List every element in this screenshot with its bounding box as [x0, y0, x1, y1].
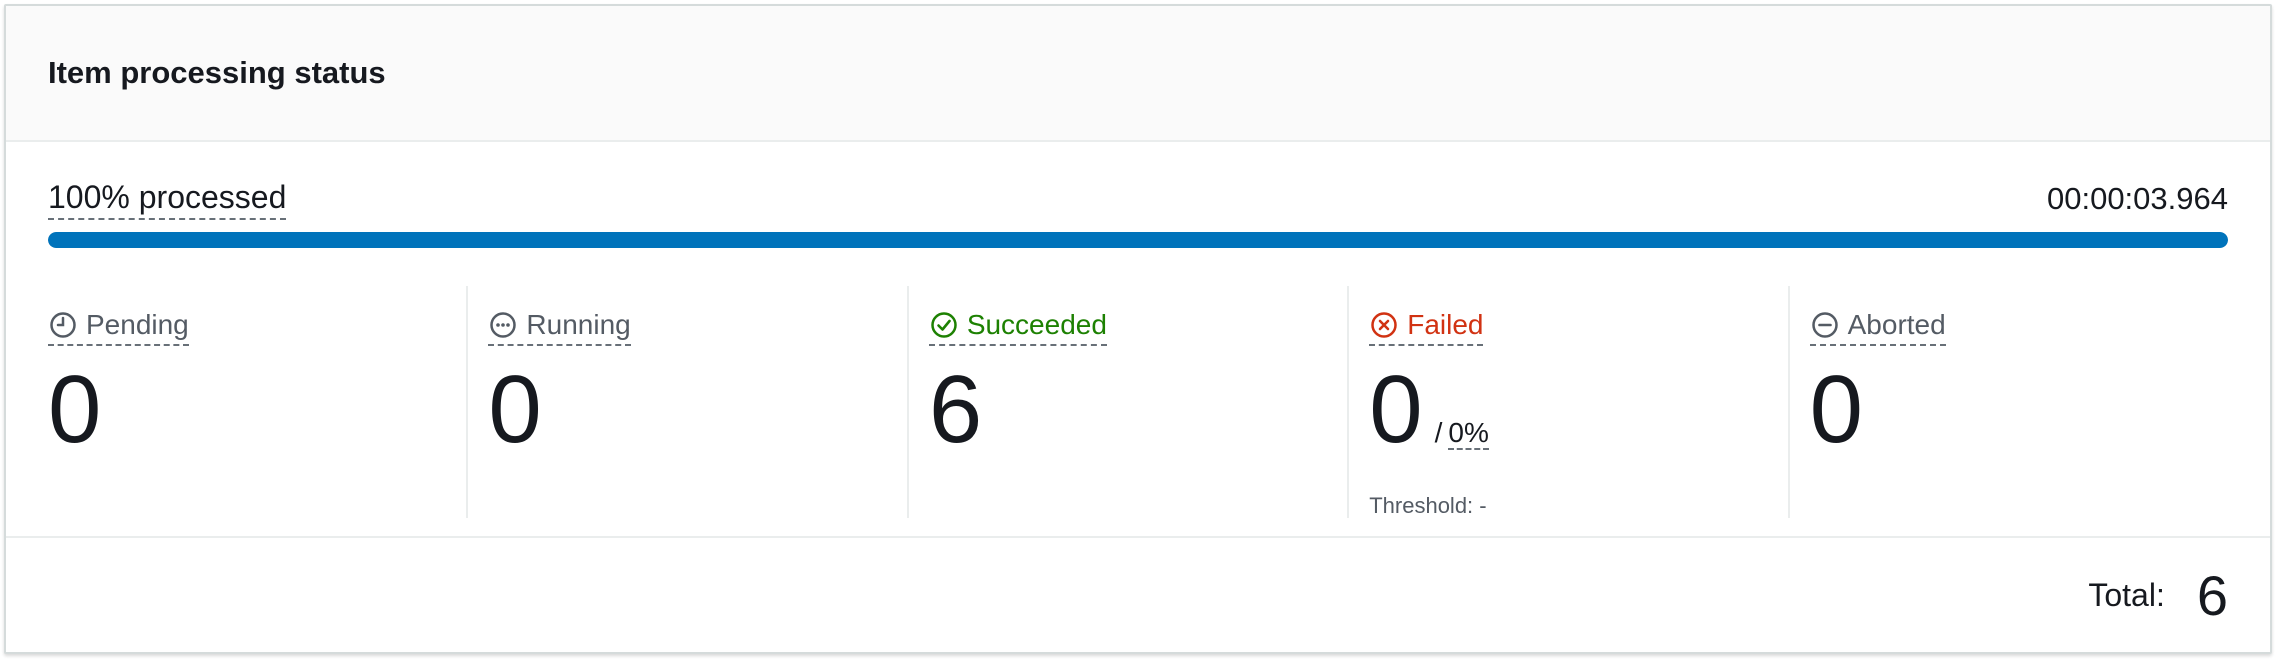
stat-failed-value: 0 / 0%	[1369, 360, 1787, 483]
stat-aborted-label: Aborted	[1847, 309, 1946, 340]
clock-icon	[48, 310, 78, 340]
failure-rate-separator: /	[1434, 417, 1443, 448]
check-circle-icon	[929, 310, 959, 340]
stat-pending-count: 0	[48, 356, 102, 463]
stat-running-label-row[interactable]: Running	[488, 308, 631, 346]
stat-succeeded-count: 6	[928, 356, 983, 463]
failure-rate: / 0%	[1435, 383, 1489, 483]
stat-running-value: 0	[488, 360, 906, 460]
stat-running-label: Running	[526, 309, 631, 340]
stat-failed-count: 0	[1369, 356, 1423, 463]
more-dots-icon	[488, 310, 518, 340]
stat-pending: Pending 0	[48, 286, 466, 518]
stat-running: Running 0	[466, 286, 906, 518]
stat-aborted-value: 0	[1810, 360, 2228, 460]
stat-pending-value: 0	[48, 360, 466, 460]
panel-title: Item processing status	[48, 55, 386, 90]
panel-header: Item processing status	[6, 6, 2270, 142]
progress-label[interactable]: 100% processed	[48, 178, 287, 220]
panel-footer: Total: 6	[6, 536, 2270, 652]
item-processing-status-panel: Item processing status 100% processed 00…	[4, 4, 2272, 654]
stat-aborted: Aborted 0	[1787, 286, 2228, 518]
stat-running-count: 0	[488, 356, 542, 463]
progress-bar-fill	[48, 232, 2228, 248]
stat-succeeded: Succeeded 6	[906, 286, 1347, 518]
stat-succeeded-label: Succeeded	[966, 309, 1107, 340]
stat-succeeded-label-row[interactable]: Succeeded	[928, 308, 1107, 346]
stat-succeeded-value: 6	[929, 360, 1347, 460]
stat-failed: Failed 0 / 0% Threshold: -	[1347, 286, 1787, 518]
elapsed-time: 00:00:03.964	[2046, 181, 2228, 216]
progress-bar	[48, 232, 2228, 248]
minus-circle-icon	[1810, 310, 1840, 340]
failure-threshold: Threshold: -	[1369, 493, 1487, 518]
stat-pending-label: Pending	[86, 309, 189, 340]
stat-failed-label-row[interactable]: Failed	[1369, 308, 1484, 346]
stat-failed-label: Failed	[1407, 309, 1484, 340]
failure-rate-percent[interactable]: 0%	[1448, 418, 1489, 450]
stat-aborted-count: 0	[1809, 356, 1864, 463]
total-value: 6	[2196, 563, 2228, 627]
stat-pending-label-row[interactable]: Pending	[48, 308, 189, 346]
stat-aborted-label-row[interactable]: Aborted	[1809, 308, 1946, 346]
total-label: Total:	[2088, 576, 2165, 613]
progress-row: 100% processed 00:00:03.964	[48, 174, 2228, 220]
x-circle-icon	[1369, 310, 1399, 340]
progress-section: 100% processed 00:00:03.964	[48, 174, 2228, 248]
status-counts: Pending 0 Running 0 Succeeded 6 Failed 0…	[48, 286, 2228, 518]
